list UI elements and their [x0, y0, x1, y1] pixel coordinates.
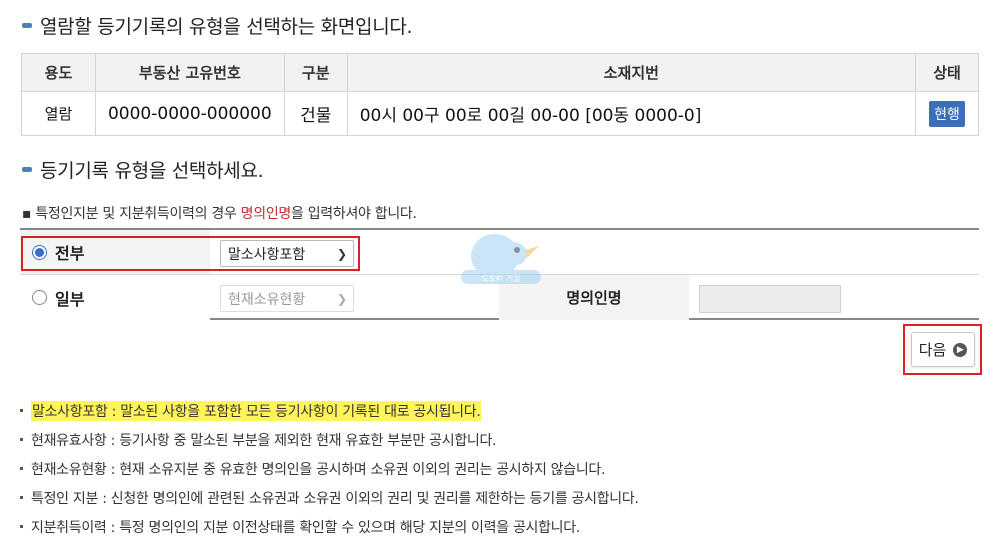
section-title-text: 등기기록 유형을 선택하세요.: [40, 160, 264, 182]
note-text-after: 을 입력하셔야 합니다.: [290, 206, 417, 222]
option-row-partial: 일부 현재소유현황 ❯ 명의인명: [20, 275, 979, 320]
radio-partial[interactable]: 일부: [20, 275, 210, 320]
owner-name-input[interactable]: [699, 285, 841, 313]
arrow-right-icon: ▶: [953, 342, 968, 357]
description-text: 현재소유현황 : 현재 소유지분 중 유효한 명의인을 공시하며 소유권 이외의…: [31, 461, 606, 478]
radio-full[interactable]: 전부: [20, 230, 210, 274]
next-button[interactable]: 다음 ▶: [911, 332, 975, 367]
description-text: 말소사항포함 : 말소된 사항을 포함한 모든 등기사항이 기록된 대로 공시됩…: [31, 400, 482, 421]
header-usage: 용도: [21, 53, 96, 92]
header-status: 상태: [915, 53, 979, 92]
list-item: 현재유효사항 : 등기사항 중 말소된 부분을 제외한 현재 유효한 부분만 공…: [20, 425, 639, 454]
radio-checked-icon[interactable]: [32, 244, 47, 260]
bullet-icon: [20, 496, 23, 499]
section-title: 등기기록 유형을 선택하세요.: [22, 156, 264, 183]
table-row: 열람 0000-0000-000000 건물 00시 00구 00로 00길 0…: [21, 91, 979, 136]
note-text-before: 특정인지분 및 지분취득이력의 경우: [35, 206, 241, 222]
cell-usage: 열람: [21, 91, 96, 136]
partial-scope-select[interactable]: 현재소유현황 ❯: [220, 285, 354, 312]
chevron-down-icon: ❯: [336, 247, 347, 261]
list-item: 현재소유현황 : 현재 소유지분 중 유효한 명의인을 공시하며 소유권 이외의…: [20, 454, 639, 483]
next-button-label: 다음: [918, 341, 947, 359]
note-highlight: 명의인명: [240, 206, 292, 222]
full-scope-select-value: 말소사항포함: [228, 246, 306, 263]
bullet-icon: [20, 525, 23, 528]
description-list: 말소사항포함 : 말소된 사항을 포함한 모든 등기사항이 기록된 대로 공시됩…: [20, 396, 639, 536]
description-text: 특정인 지분 : 신청한 명의인에 관련된 소유권과 소유권 이외의 권리 및 …: [31, 490, 639, 507]
cell-address: 00시 00구 00로 00길 00-00 [00동 0000-0]: [346, 91, 917, 136]
list-item: 지분취득이력 : 특정 명의인의 지분 이전상태를 확인할 수 있으며 해당 지…: [20, 512, 639, 536]
title-bullet-icon: [22, 23, 32, 28]
partial-scope-select-value: 현재소유현황: [228, 291, 306, 308]
property-info-table: 용도 부동산 고유번호 구분 소재지번 상태 열람 0000-0000-0000…: [21, 53, 979, 136]
full-scope-select[interactable]: 말소사항포함 ❯: [220, 240, 354, 267]
owner-name-note: ▪ 특정인지분 및 지분취득이력의 경우 명의인명을 입력하셔야 합니다.: [22, 203, 417, 223]
option-row-full: 전부 말소사항포함 ❯: [20, 230, 979, 275]
radio-partial-label: 일부: [55, 289, 85, 309]
chevron-down-icon: ❯: [336, 292, 347, 306]
bullet-icon: [20, 438, 23, 441]
list-item: 특정인 지분 : 신청한 명의인에 관련된 소유권과 소유권 이외의 권리 및 …: [20, 483, 639, 512]
radio-full-label: 전부: [55, 244, 85, 263]
page-title: 열람할 등기기록의 유형을 선택하는 화면입니다.: [22, 12, 413, 39]
note-bullet-icon: ▪: [22, 206, 36, 222]
header-category: 구분: [283, 53, 348, 92]
record-type-table: 전부 말소사항포함 ❯ 일부 현재소유현황 ❯ 명의인명: [20, 228, 979, 320]
description-text: 지분취득이력 : 특정 명의인의 지분 이전상태를 확인할 수 있으며 해당 지…: [31, 519, 580, 536]
cell-category: 건물: [283, 91, 348, 136]
owner-name-label: 명의인명: [499, 275, 689, 320]
bullet-icon: [20, 467, 23, 470]
table-header-row: 용도 부동산 고유번호 구분 소재지번 상태: [21, 53, 979, 92]
bullet-icon: [20, 409, 23, 412]
cell-status: 현행: [915, 91, 979, 136]
highlight-box-next: 다음 ▶: [903, 324, 982, 375]
header-address: 소재지번: [346, 53, 917, 92]
list-item: 말소사항포함 : 말소된 사항을 포함한 모든 등기사항이 기록된 대로 공시됩…: [20, 396, 639, 425]
header-property-id: 부동산 고유번호: [94, 53, 285, 92]
cell-property-id: 0000-0000-000000: [94, 91, 285, 136]
page-title-text: 열람할 등기기록의 유형을 선택하는 화면입니다.: [40, 16, 413, 38]
status-badge: 현행: [929, 100, 965, 127]
description-text: 현재유효사항 : 등기사항 중 말소된 부분을 제외한 현재 유효한 부분만 공…: [31, 432, 497, 449]
title-bullet-icon: [22, 167, 32, 172]
radio-unchecked-icon[interactable]: [32, 290, 47, 305]
